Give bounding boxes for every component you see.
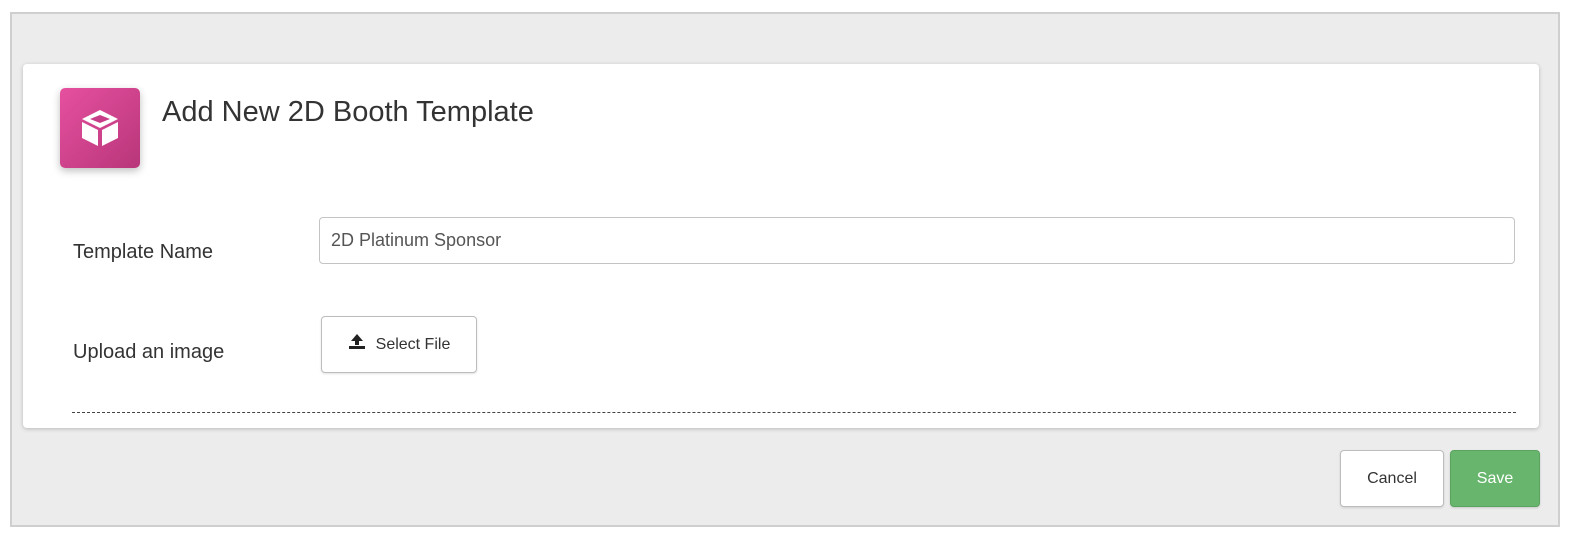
cancel-button[interactable]: Cancel xyxy=(1340,450,1444,507)
upload-icon xyxy=(348,333,366,356)
dialog-frame: Template Name Upload an image Select Fil… xyxy=(10,12,1560,527)
dialog-title: Add New 2D Booth Template xyxy=(162,96,534,128)
select-file-button[interactable]: Select File xyxy=(321,316,477,373)
select-file-label: Select File xyxy=(375,335,451,353)
cube-icon xyxy=(60,88,140,168)
template-name-label: Template Name xyxy=(73,241,214,263)
upload-image-label: Upload an image xyxy=(73,341,225,363)
save-button[interactable]: Save xyxy=(1450,450,1540,507)
dashed-divider xyxy=(72,412,1516,413)
template-name-input[interactable] xyxy=(319,217,1515,264)
